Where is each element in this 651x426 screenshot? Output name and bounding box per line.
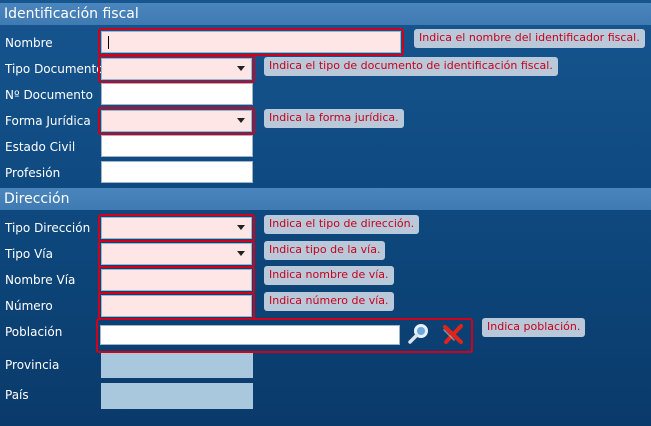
label-estado-civil: Estado Civil: [5, 140, 76, 154]
label-profesion: Profesión: [5, 166, 61, 180]
nombre-input[interactable]: [101, 31, 401, 53]
label-nombre-via: Nombre Vía: [5, 273, 76, 287]
label-forma-juridica: Forma Jurídica: [5, 114, 91, 128]
poblacion-input[interactable]: [100, 325, 400, 345]
label-nombre: Nombre: [5, 36, 53, 50]
label-n-documento: Nº Documento: [5, 88, 93, 102]
red-x-icon[interactable]: [441, 322, 465, 346]
chevron-down-icon: [237, 118, 245, 123]
pais-input: [101, 383, 253, 409]
tipo-via-select[interactable]: [101, 243, 252, 265]
tip-tipo-direccion: Indica el tipo de dirección.: [264, 215, 420, 234]
chevron-down-icon: [237, 225, 245, 230]
label-tipo-direccion: Tipo Dirección: [5, 221, 91, 235]
nombre-via-input[interactable]: [101, 269, 252, 291]
n-documento-input[interactable]: [101, 83, 253, 105]
tip-numero: Indica número de vía.: [264, 292, 394, 311]
label-tipo-via: Tipo Vía: [5, 247, 53, 261]
magnifier-icon[interactable]: [407, 322, 431, 346]
section-header-fiscal: Identificación fiscal: [0, 3, 651, 25]
tip-poblacion: Indica población.: [482, 318, 586, 337]
tip-nombre-via: Indica nombre de vía.: [264, 266, 394, 285]
section-header-direccion: Dirección: [0, 188, 651, 210]
label-poblacion: Población: [5, 325, 63, 339]
tipo-documento-select[interactable]: [101, 58, 252, 80]
numero-input[interactable]: [101, 295, 252, 317]
label-pais: País: [5, 388, 29, 402]
tip-tipo-documento: Indica el tipo de documento de identific…: [264, 57, 558, 76]
profesion-input[interactable]: [101, 161, 253, 183]
tip-forma-juridica: Indica la forma jurídica.: [264, 109, 404, 128]
forma-juridica-select[interactable]: [101, 110, 252, 132]
text-cursor: [108, 36, 109, 49]
label-numero: Número: [5, 299, 53, 313]
label-provincia: Provincia: [5, 358, 60, 372]
tip-nombre: Indica el nombre del identificador fisca…: [414, 29, 645, 48]
chevron-down-icon: [237, 66, 245, 71]
estado-civil-input[interactable]: [101, 135, 253, 157]
tipo-direccion-select[interactable]: [101, 217, 252, 239]
chevron-down-icon: [237, 251, 245, 256]
tip-tipo-via: Indica tipo de la vía.: [264, 241, 386, 260]
provincia-input: [101, 353, 253, 378]
label-tipo-documento: Tipo Documento: [5, 62, 104, 76]
